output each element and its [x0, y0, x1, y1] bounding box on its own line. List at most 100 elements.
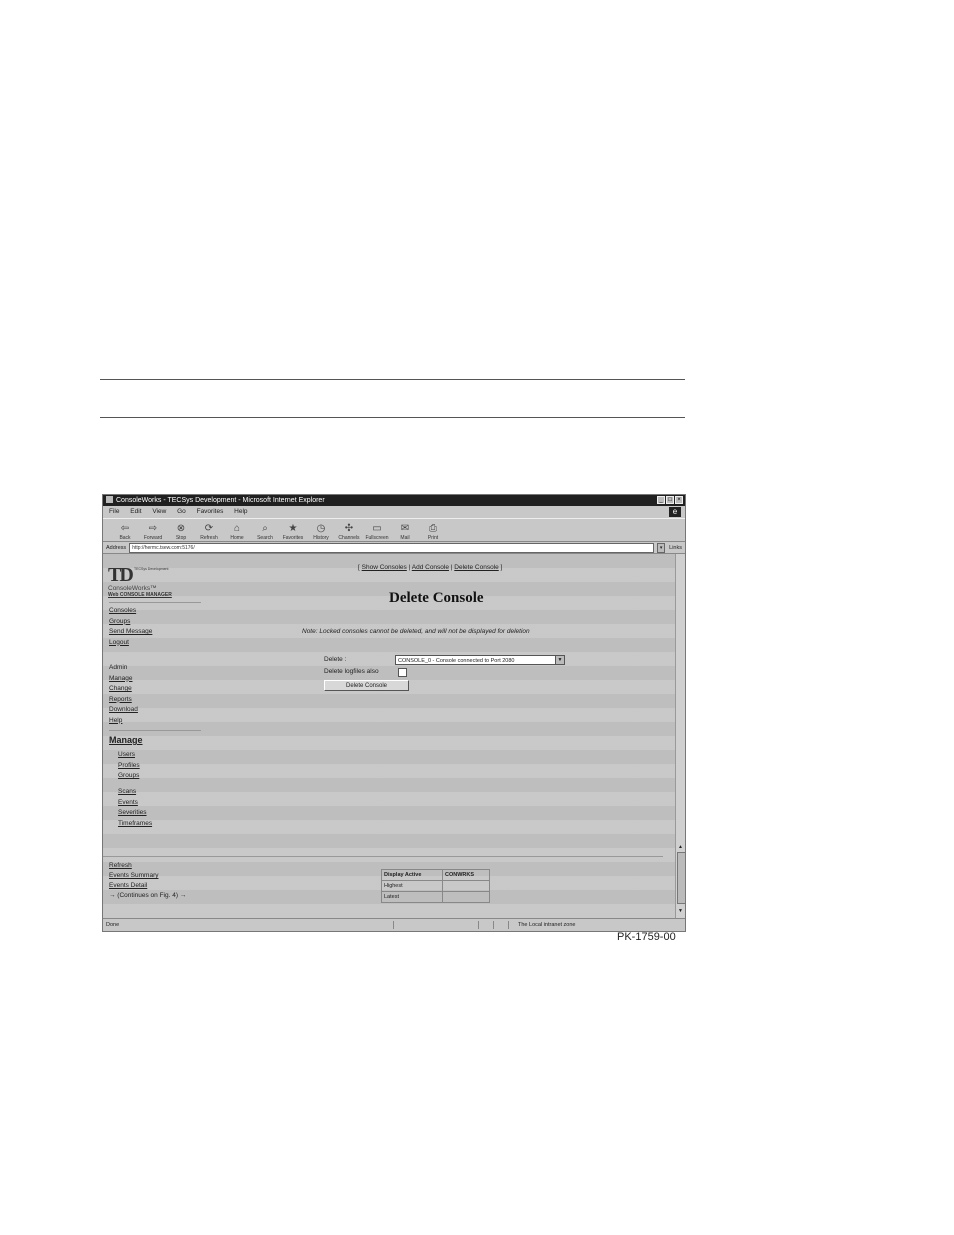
- nav-profiles[interactable]: Profiles: [118, 761, 140, 772]
- mail-button[interactable]: ✉ Mail: [391, 523, 419, 541]
- events-summary-link[interactable]: Events Summary: [109, 871, 186, 881]
- delete-console-button[interactable]: Delete Console: [324, 680, 409, 691]
- events-detail-link[interactable]: Events Detail: [109, 881, 186, 891]
- favorites-button[interactable]: ★ Favorites: [279, 523, 307, 541]
- scroll-thumb[interactable]: [677, 852, 685, 904]
- nav-events[interactable]: Events: [118, 798, 152, 809]
- vertical-scrollbar[interactable]: ▲ ▼: [675, 554, 685, 918]
- nav-reports[interactable]: Reports: [109, 695, 138, 706]
- menu-bar: File Edit View Go Favorites Help e: [103, 506, 685, 518]
- forward-button[interactable]: ⇨ Forward: [139, 523, 167, 541]
- menu-file[interactable]: File: [109, 508, 119, 515]
- bottom-links: Refresh Events Summary Events Detail → (…: [109, 861, 186, 901]
- chevron-down-icon[interactable]: ▼: [555, 656, 564, 664]
- top-navigation: [ Show Consoles | Add Console | Delete C…: [358, 564, 503, 571]
- locked-note: Note: Locked consoles cannot be deleted,…: [302, 628, 530, 635]
- forward-arrow-icon: ⇨: [148, 523, 158, 534]
- table-cell: [442, 891, 490, 903]
- nav-users[interactable]: Users: [118, 750, 140, 761]
- print-button[interactable]: ⎙ Print: [419, 523, 447, 541]
- nav-download[interactable]: Download: [109, 705, 138, 716]
- table-header-display-active: Display Active: [381, 869, 443, 881]
- favorites-icon: ★: [288, 523, 298, 534]
- menu-help[interactable]: Help: [234, 508, 247, 515]
- menu-view[interactable]: View: [152, 508, 166, 515]
- nav-severities[interactable]: Severities: [118, 808, 152, 819]
- delete-logfiles-checkbox[interactable]: [398, 668, 407, 677]
- window-titlebar: ConsoleWorks - TECSys Development - Micr…: [103, 495, 685, 506]
- manage-subnav-b: Scans Events Severities Timeframes: [118, 787, 152, 829]
- scroll-down-icon[interactable]: ▼: [677, 908, 684, 916]
- browser-screenshot: ConsoleWorks - TECSys Development - Micr…: [102, 494, 686, 932]
- nav-timeframes[interactable]: Timeframes: [118, 819, 152, 830]
- nav-groups-manage[interactable]: Groups: [118, 771, 140, 782]
- refresh-button[interactable]: ⟳ Refresh: [195, 523, 223, 541]
- ie-app-icon: [106, 496, 113, 503]
- address-label: Address: [106, 544, 127, 551]
- events-table: Display Active CONWRKS Highest Latest: [381, 869, 490, 903]
- menu-edit[interactable]: Edit: [130, 508, 141, 515]
- figure-id: PK-1759-00: [617, 931, 676, 943]
- sidebar-divider-2: [109, 730, 201, 731]
- stop-icon: ⊗: [176, 523, 186, 534]
- status-text: Done: [106, 922, 120, 928]
- logfiles-label: Delete logfiles also: [324, 668, 379, 675]
- links-button[interactable]: Links: [669, 545, 682, 551]
- stop-button[interactable]: ⊗ Stop: [167, 523, 195, 541]
- channels-button[interactable]: ✣ Channels: [335, 523, 363, 541]
- topnav-add-console[interactable]: Add Console: [412, 564, 449, 571]
- product-subtitle: Web CONSOLE MANAGER: [108, 592, 172, 598]
- status-divider: [478, 921, 479, 929]
- table-cell-highest: Highest: [381, 880, 443, 892]
- nav-scans[interactable]: Scans: [118, 787, 152, 798]
- search-button[interactable]: ⌕ Search: [251, 523, 279, 541]
- manage-heading[interactable]: Manage: [109, 735, 143, 746]
- nav-change[interactable]: Change: [109, 684, 138, 695]
- admin-heading: Admin: [109, 664, 128, 671]
- topnav-delete-console[interactable]: Delete Console: [454, 564, 498, 571]
- nav-consoles[interactable]: Consoles: [109, 606, 152, 617]
- logo-small-text: TECSys Development: [134, 567, 169, 571]
- menu-go[interactable]: Go: [177, 508, 186, 515]
- scroll-up-icon[interactable]: ▲: [677, 844, 684, 852]
- table-header-conwrks: CONWRKS: [442, 869, 490, 881]
- back-button[interactable]: ⇦ Back: [111, 523, 139, 541]
- nav-manage[interactable]: Manage: [109, 674, 138, 685]
- sidebar-divider: [109, 602, 201, 603]
- nav-groups[interactable]: Groups: [109, 617, 152, 628]
- print-icon: ⎙: [429, 523, 437, 534]
- page-content: TD TECSys Development ConsoleWorks™ Web …: [103, 554, 675, 918]
- window-controls: _ □ ×: [657, 496, 683, 504]
- top-rule: [100, 379, 685, 380]
- history-button[interactable]: ◷ History: [307, 523, 335, 541]
- console-select[interactable]: CONSOLE_0 - Console connected to Port 20…: [395, 655, 565, 665]
- continues-note: → (Continues on Fig. 4) →: [109, 892, 187, 899]
- back-arrow-icon: ⇦: [120, 523, 130, 534]
- topnav-show-consoles[interactable]: Show Consoles: [362, 564, 407, 571]
- nav-logout[interactable]: Logout: [109, 638, 152, 649]
- channels-icon: ✣: [344, 523, 354, 534]
- fullscreen-icon: ▭: [372, 523, 382, 534]
- console-select-value: CONSOLE_0 - Console connected to Port 20…: [398, 658, 515, 664]
- toolbar: ⇦ Back ⇨ Forward ⊗ Stop ⟳ Refresh ⌂ Home ⌕ Sea…: [103, 518, 685, 542]
- ie-logo-icon: e: [669, 507, 681, 517]
- refresh-link[interactable]: Refresh: [109, 861, 186, 871]
- table-row: Display Active CONWRKS: [381, 869, 490, 881]
- admin-nav: Admin Manage Change Reports Download Hel…: [109, 663, 138, 726]
- nav-send-message[interactable]: Send Message: [109, 627, 152, 638]
- home-button[interactable]: ⌂ Home: [223, 523, 251, 541]
- delete-label: Delete :: [324, 656, 347, 663]
- maximize-button[interactable]: □: [666, 496, 674, 504]
- status-divider: [493, 921, 494, 929]
- address-dropdown-icon[interactable]: ▾: [657, 542, 666, 553]
- menu-favorites[interactable]: Favorites: [197, 508, 224, 515]
- tecsys-logo: TD TECSys Development ConsoleWorks™ Web …: [108, 564, 172, 598]
- minimize-button[interactable]: _: [657, 496, 665, 504]
- mail-icon: ✉: [400, 523, 410, 534]
- address-input[interactable]: http://hermc.tsew.com:5176/: [129, 542, 655, 553]
- nav-help[interactable]: Help: [109, 716, 138, 727]
- close-button[interactable]: ×: [675, 496, 683, 504]
- product-name: ConsoleWorks™: [108, 585, 157, 592]
- window-title: ConsoleWorks - TECSys Development - Micr…: [116, 497, 325, 504]
- fullscreen-button[interactable]: ▭ Fullscreen: [363, 523, 391, 541]
